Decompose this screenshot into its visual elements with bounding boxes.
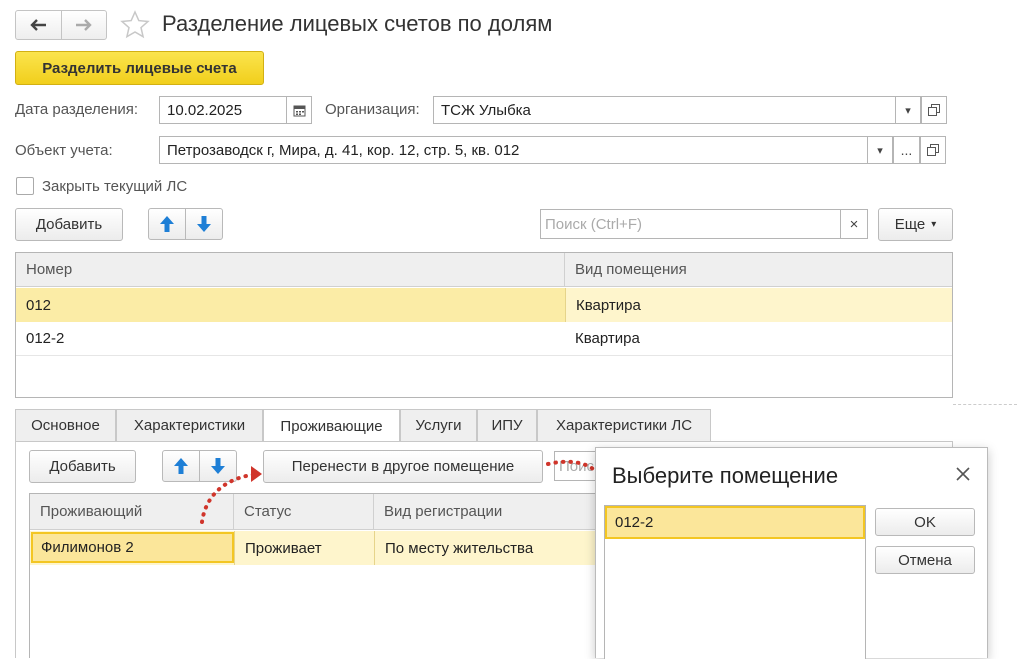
cancel-button[interactable]: Отмена: [875, 546, 975, 574]
select-room-dialog: Выберите помещение 012-2 OK Отмена: [595, 447, 988, 659]
list-item[interactable]: 012-2: [605, 506, 865, 539]
close-icon: [956, 467, 970, 481]
room-list: 012-2: [604, 505, 866, 659]
dialog-title: Выберите помещение: [612, 463, 839, 488]
dialog-close-button[interactable]: [949, 460, 977, 488]
ok-button[interactable]: OK: [875, 508, 975, 536]
